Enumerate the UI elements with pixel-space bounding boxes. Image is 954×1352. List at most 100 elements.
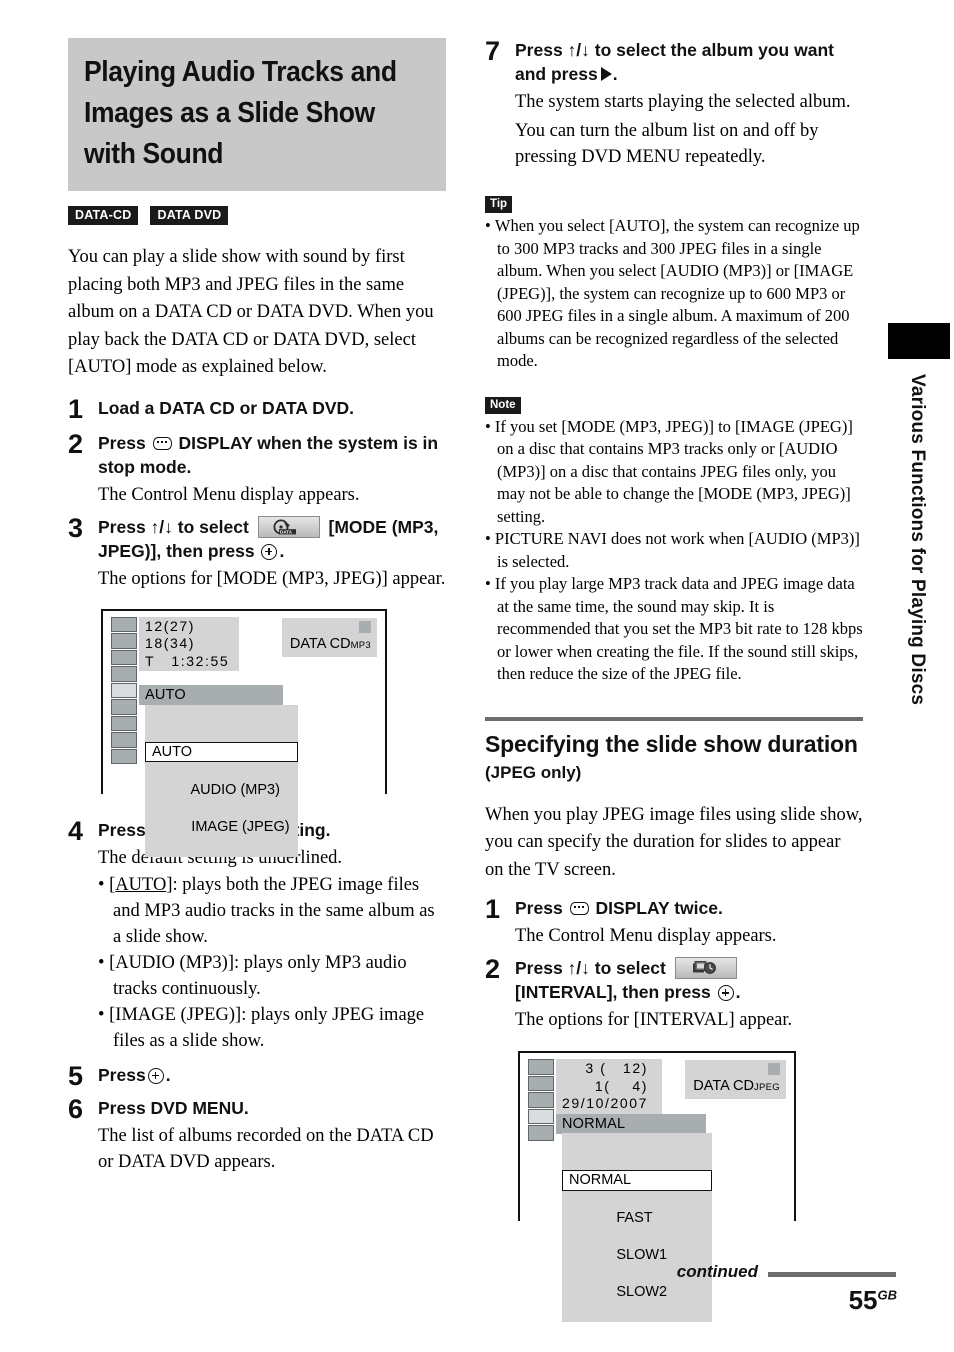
interval-menu-icon [674,957,737,979]
continued-label: continued [676,1262,758,1281]
page-title: Playing Audio Tracks and Images as a Sli… [84,56,397,170]
step-5-text-post: . [165,1064,171,1085]
rail-cell [528,1125,554,1141]
enter-button-icon [717,985,734,1001]
step-4-number: 4 [68,815,84,846]
step-6-text: Press DVD MENU. [98,1097,249,1118]
mode-menu-icon: DATA [257,515,320,538]
tv-interval-info: 3 ( 12) 1( 4) 29/10/2007 [556,1059,663,1114]
rail-cell [528,1059,554,1075]
step-1-number: 1 [68,393,84,424]
section-step-1-text-pre: Press [515,898,563,918]
tip-tag: Tip [485,196,513,213]
section-step-2-text-mid: [INTERVAL], then press [515,982,711,1002]
page-number-value: 55 [848,1285,878,1315]
rail-cell-selected [111,682,137,698]
enter-button-icon [147,1067,164,1084]
section-divider [485,716,863,721]
tv-interval-disc-label: DATA CD [693,1078,754,1094]
step-4-bullet-image: [IMAGE (JPEG)]: plays only JPEG image fi… [98,1002,446,1054]
section-step-1-number: 1 [485,894,501,924]
page-title-banner: Playing Audio Tracks and Images as a Sli… [68,38,446,191]
disc-type-badges: DATA-CD DATA DVD [68,206,446,225]
tv-mode-disc-label: DATA CD [289,635,351,652]
step-6-note: The list of albums recorded on the DATA … [98,1125,434,1172]
note-item: If you play large MP3 track data and JPE… [485,573,863,686]
section-step-2-text-post: . [735,982,741,1002]
tv-mode-info: 12(27) 18(34) T 1:32:55 [139,616,240,671]
tv-screen-interval-figure: 3 ( 12) 1( 4) 29/10/2007 NORMAL NORMAL FAS… [518,1051,796,1322]
tv-interval-disc-format: JPEG [753,1082,780,1093]
step-4-bullet-auto: [AUTO]: plays both the JPEG image files … [98,872,446,950]
step-6: 6 Press DVD MENU. The list of albums rec… [68,1093,446,1175]
display-button-icon [152,436,172,450]
note-list: If you set [MODE (MP3, JPEG)] to [IMAGE … [485,416,863,686]
tv-mode-disc-format: MP3 [350,639,371,651]
section-step-1: 1 Press DISPLAY twice. The Control Menu … [485,896,863,949]
tv-interval-option-2[interactable]: SLOW1 [616,1247,667,1263]
rail-cell [111,732,137,748]
section-subtitle: (JPEG only) [485,762,582,782]
tv-mode-disc-indicator: DATA CDMP3 [281,617,377,657]
note-item: PICTURE NAVI does not work when [AUDIO (… [485,528,863,573]
section-step-2-note: The options for [INTERVAL] appear. [515,1010,793,1030]
tv-mode-info-line3: T 1:32:55 [145,652,230,669]
page-footer: continued 55GB [0,1262,954,1342]
right-column: 7 Press ↑/↓ to select the album you want… [485,38,863,1322]
section-intro: When you play JPEG image files using sli… [485,804,863,880]
step-7-text-pre: Press ↑/↓ to select the album you want a… [515,40,834,84]
step-2-text-mid: DISPLAY when the system is in stop mode. [98,432,439,477]
step-6-number: 6 [68,1093,84,1124]
tv-interval-disc-indicator: DATA CDJPEG [685,1060,786,1099]
step-4-bullet-list: [AUTO]: plays both the JPEG image files … [98,872,446,1054]
page-number: 55GB [849,1285,897,1316]
step-5: 5 Press. [68,1062,446,1089]
step-2-text-pre: Press [98,432,146,453]
tv-mode-info-line2: 18(34) [145,635,196,651]
manual-page: Playing Audio Tracks and Images as a Sli… [0,0,954,1352]
tv-mode-option-1[interactable]: AUDIO (MP3) [191,782,280,798]
rail-cell [111,649,137,665]
chapter-edge-tab [888,323,950,359]
tv-interval-option-0[interactable]: NORMAL [562,1170,712,1191]
chapter-edge-label: Various Functions for Playing Discs [907,374,928,706]
rail-cell [111,699,137,715]
rail-cell-selected [528,1108,554,1124]
tv-mode-option-0[interactable]: AUTO [145,741,298,762]
rail-cell [111,616,137,632]
note-item: If you set [MODE (MP3, JPEG)] to [IMAGE … [485,416,863,529]
section-title: Specifying the slide show duration [485,730,858,757]
step-7-text-post: . [612,64,618,84]
step-3-text-post: . [279,540,285,561]
enter-button-icon [261,543,278,560]
tv-mode-option-2[interactable]: IMAGE (JPEG) [191,819,289,835]
note-block: Note If you set [MODE (MP3, JPEG)] to [I… [485,395,863,686]
tv-interval-info-line1: 3 ( 12) [585,1060,649,1076]
step-2-number: 2 [68,428,84,459]
step-2: 2 Press DISPLAY when the system is in st… [68,428,446,508]
tv-mode-info-line1: 12(27) [145,617,196,634]
step-3: 3 Press ↑/↓ to select DATA [MODE (MP3, J… [68,512,446,592]
step-7-note-1: The system starts playing the selected a… [515,92,851,112]
step-3-text-pre: Press ↑/↓ to select [98,516,249,537]
section-step-2-number: 2 [485,954,501,984]
rail-cell [528,1075,554,1091]
note-tag: Note [485,396,521,414]
step-3-number: 3 [68,512,84,543]
step-7: 7 Press ↑/↓ to select the album you want… [485,38,863,170]
section-step-2-text-pre: Press ↑/↓ to select [515,958,666,978]
tv-interval-info-line3: 29/10/2007 [562,1095,649,1111]
section-step-2: 2 Press ↑/↓ to select [INTERVAL], then p… [485,956,863,1033]
intro-paragraph: You can play a slide show with sound by … [68,247,434,377]
svg-text:DATA: DATA [280,529,293,534]
disc-status-square [359,620,371,633]
section-step-1-text-mid: DISPLAY twice. [595,898,723,918]
bullet-key-auto: AUTO [115,874,167,895]
tv-mode-icon-rail [111,616,137,766]
badge-data-cd: DATA-CD [68,206,139,225]
step-1: 1 Load a DATA CD or DATA DVD. [68,393,446,424]
tv-interval-info-line2: 1( 4) [594,1077,649,1094]
rail-cell [111,666,137,682]
tip-item: When you select [AUTO], the system can r… [485,215,863,373]
tv-interval-option-1[interactable]: FAST [616,1210,652,1226]
